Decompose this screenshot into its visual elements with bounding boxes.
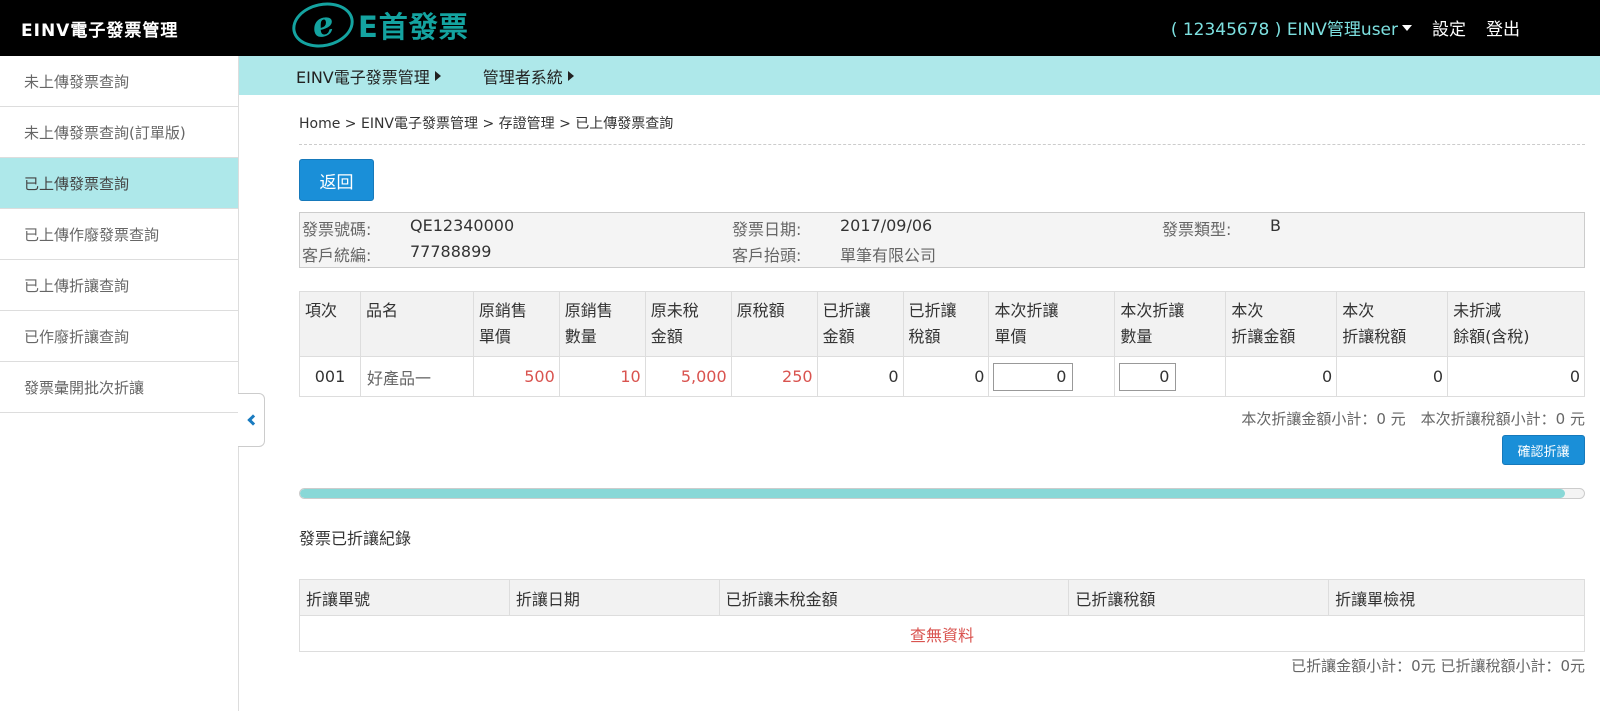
col-header-allowed-amount: 已折讓 金額: [816, 291, 904, 357]
col-header-cur-amount: 本次 折讓金額: [1225, 291, 1338, 357]
customer-name-label: 客戶抬頭:: [732, 246, 802, 265]
sidebar-item-batch-allowance[interactable]: 發票彙開批次折讓: [0, 362, 238, 413]
cell-name: 好產品一: [359, 356, 474, 397]
sidebar-item-label: 發票彙開批次折讓: [24, 378, 145, 397]
logo[interactable]: e E首發票: [288, 0, 469, 53]
table-row: 查無資料: [299, 615, 1585, 652]
app-title: EINV電子發票管理: [21, 21, 179, 41]
allowance-records-table: 折讓單號 折讓日期 已折讓未稅金額 已折讓稅額 折讓單檢視 查無資料: [299, 579, 1585, 652]
col-header-name: 品名: [359, 291, 474, 357]
invoice-date-value: 2017/09/06: [840, 216, 933, 235]
back-button[interactable]: 返回: [299, 159, 374, 201]
col-header-cur-tax: 本次 折讓稅額: [1336, 291, 1449, 357]
sidebar-item-unuploaded-order-query[interactable]: 未上傳發票查詢(訂單版): [0, 107, 238, 158]
cell-amount: 5,000: [644, 356, 732, 397]
table-header-row: 項次 品名 原銷售 單價 原銷售 數量 原未稅 金額 原稅額 已折讓 金額 已折讓 稅額 …: [299, 291, 1585, 357]
sidebar-item-label: 未上傳發票查詢(訂單版): [24, 123, 186, 142]
logo-text: E首發票: [358, 10, 469, 44]
records-total: 已折讓金額小計：0元 已折讓稅額小計：0元: [1291, 657, 1585, 675]
sidebar-item-uploaded-void-query[interactable]: 已上傳作廢發票查詢: [0, 209, 238, 260]
cell-cur-amount: 0: [1225, 356, 1338, 397]
sidebar-item-unuploaded-query[interactable]: 未上傳發票查詢: [0, 56, 238, 107]
caret-right-icon: [567, 70, 574, 81]
col-header-unit-price: 原銷售 單價: [472, 291, 560, 357]
sidebar-item-label: 未上傳發票查詢: [24, 72, 130, 91]
allowance-qty-input[interactable]: [1119, 362, 1177, 391]
cell-no: 001: [299, 356, 361, 397]
sidebar-collapse-button[interactable]: [238, 393, 265, 447]
sidebar-item-label: 已上傳發票查詢: [24, 174, 130, 193]
menu-item-label: EINV電子發票管理: [296, 67, 430, 87]
empty-message: 查無資料: [299, 615, 1585, 652]
invoice-date-label: 發票日期:: [732, 220, 802, 239]
sidebar-item-uploaded-allowance-query[interactable]: 已上傳折讓查詢: [0, 260, 238, 311]
col-header-tax: 原稅額: [730, 291, 818, 357]
invoice-number-label: 發票號碼:: [302, 220, 372, 239]
invoice-info-row: 發票號碼: QE12340000 發票日期: 2017/09/06 發票類型: …: [300, 214, 1584, 240]
invoice-type-label: 發票類型:: [1162, 220, 1232, 239]
col-header-allowance-no: 折讓單號: [299, 579, 510, 616]
sidebar-item-label: 已上傳作廢發票查詢: [24, 225, 160, 244]
table-header-row: 折讓單號 折讓日期 已折讓未稅金額 已折讓稅額 折讓單檢視: [299, 579, 1585, 616]
invoice-items-table: 項次 品名 原銷售 單價 原銷售 數量 原未稅 金額 原稅額 已折讓 金額 已折讓 稅額 …: [299, 291, 1585, 397]
cell-allowed-amount: 0: [816, 356, 904, 397]
menu-einv-management[interactable]: EINV電子發票管理: [296, 64, 441, 88]
cell-tax: 250: [730, 356, 818, 397]
caret-right-icon: [434, 70, 441, 81]
user-menu[interactable]: ( 12345678 ) EINV管理user: [1171, 15, 1412, 40]
top-right-nav: ( 12345678 ) EINV管理user 設定 登出: [1171, 15, 1520, 40]
cell-cur-unit-price: [988, 356, 1116, 397]
cell-qty: 10: [558, 356, 646, 397]
col-header-remain: 未折減 餘額(含稅): [1447, 291, 1585, 357]
sidebar-item-void-allowance-query[interactable]: 已作廢折讓查詢: [0, 311, 238, 362]
col-header-allowance-date: 折讓日期: [508, 579, 720, 616]
sidebar: 未上傳發票查詢 未上傳發票查詢(訂單版) 已上傳發票查詢 已上傳作廢發票查詢 已…: [0, 56, 239, 711]
records-title: 發票已折讓紀錄: [299, 529, 412, 548]
progress-bar: [299, 488, 1585, 499]
col-header-qty: 原銷售 數量: [558, 291, 646, 357]
invoice-number-value: QE12340000: [410, 216, 515, 235]
invoice-type-value: B: [1270, 216, 1281, 235]
top-bar: EINV電子發票管理 e E首發票 ( 12345678 ) EINV管理use…: [0, 0, 1600, 56]
invoice-info-panel: 發票號碼: QE12340000 發票日期: 2017/09/06 發票類型: …: [299, 212, 1585, 268]
logout-link[interactable]: 登出: [1486, 15, 1520, 40]
col-header-amount: 原未稅 金額: [644, 291, 732, 357]
user-label: ( 12345678 ) EINV管理user: [1170, 20, 1398, 40]
cell-unit-price: 500: [472, 356, 560, 397]
invoice-info-row: 客戶統編: 77788899 客戶抬頭: 單筆有限公司: [300, 240, 1584, 266]
allowance-unit-price-input[interactable]: [993, 362, 1074, 391]
table-row: 001 好產品一 500 10 5,000 250 0 0 0 0 0: [299, 356, 1585, 397]
col-header-cur-qty: 本次折讓 數量: [1114, 291, 1227, 357]
logo-e-icon: e: [288, 0, 358, 53]
cell-allowed-tax: 0: [902, 356, 990, 397]
customer-id-label: 客戶統編:: [302, 246, 372, 265]
cell-cur-tax: 0: [1336, 356, 1449, 397]
confirm-allowance-button[interactable]: 確認折讓: [1502, 435, 1585, 465]
cell-cur-qty: [1114, 356, 1227, 397]
col-header-allowance-view: 折讓單檢視: [1328, 579, 1585, 616]
col-header-allowed-tax: 已折讓 稅額: [902, 291, 990, 357]
caret-down-icon: [1402, 24, 1412, 31]
sidebar-item-uploaded-query[interactable]: 已上傳發票查詢: [0, 158, 238, 209]
col-header-no: 項次: [299, 291, 361, 357]
col-header-cur-unit-price: 本次折讓 單價: [988, 291, 1116, 357]
col-header-allowance-tax: 已折讓稅額: [1068, 579, 1330, 616]
progress-fill: [300, 489, 1565, 498]
cell-remain: 0: [1447, 356, 1585, 397]
menu-item-label: 管理者系統: [482, 67, 563, 87]
customer-id-value: 77788899: [410, 242, 492, 261]
menu-bar: EINV電子發票管理 管理者系統: [239, 56, 1600, 95]
settings-link[interactable]: 設定: [1432, 15, 1466, 40]
customer-name-value: 單筆有限公司: [840, 246, 937, 265]
sidebar-item-label: 已作廢折讓查詢: [24, 327, 130, 346]
allowance-subtotal: 本次折讓金額小計：0 元 本次折讓稅額小計：0 元: [1241, 410, 1585, 428]
col-header-allowance-amount: 已折讓未稅金額: [718, 579, 1070, 616]
menu-admin-system[interactable]: 管理者系統: [483, 64, 574, 88]
breadcrumb: Home > EINV電子發票管理 > 存證管理 > 已上傳發票查詢: [299, 113, 1585, 145]
sidebar-item-label: 已上傳折讓查詢: [24, 276, 130, 295]
chevron-left-icon: [247, 414, 259, 426]
